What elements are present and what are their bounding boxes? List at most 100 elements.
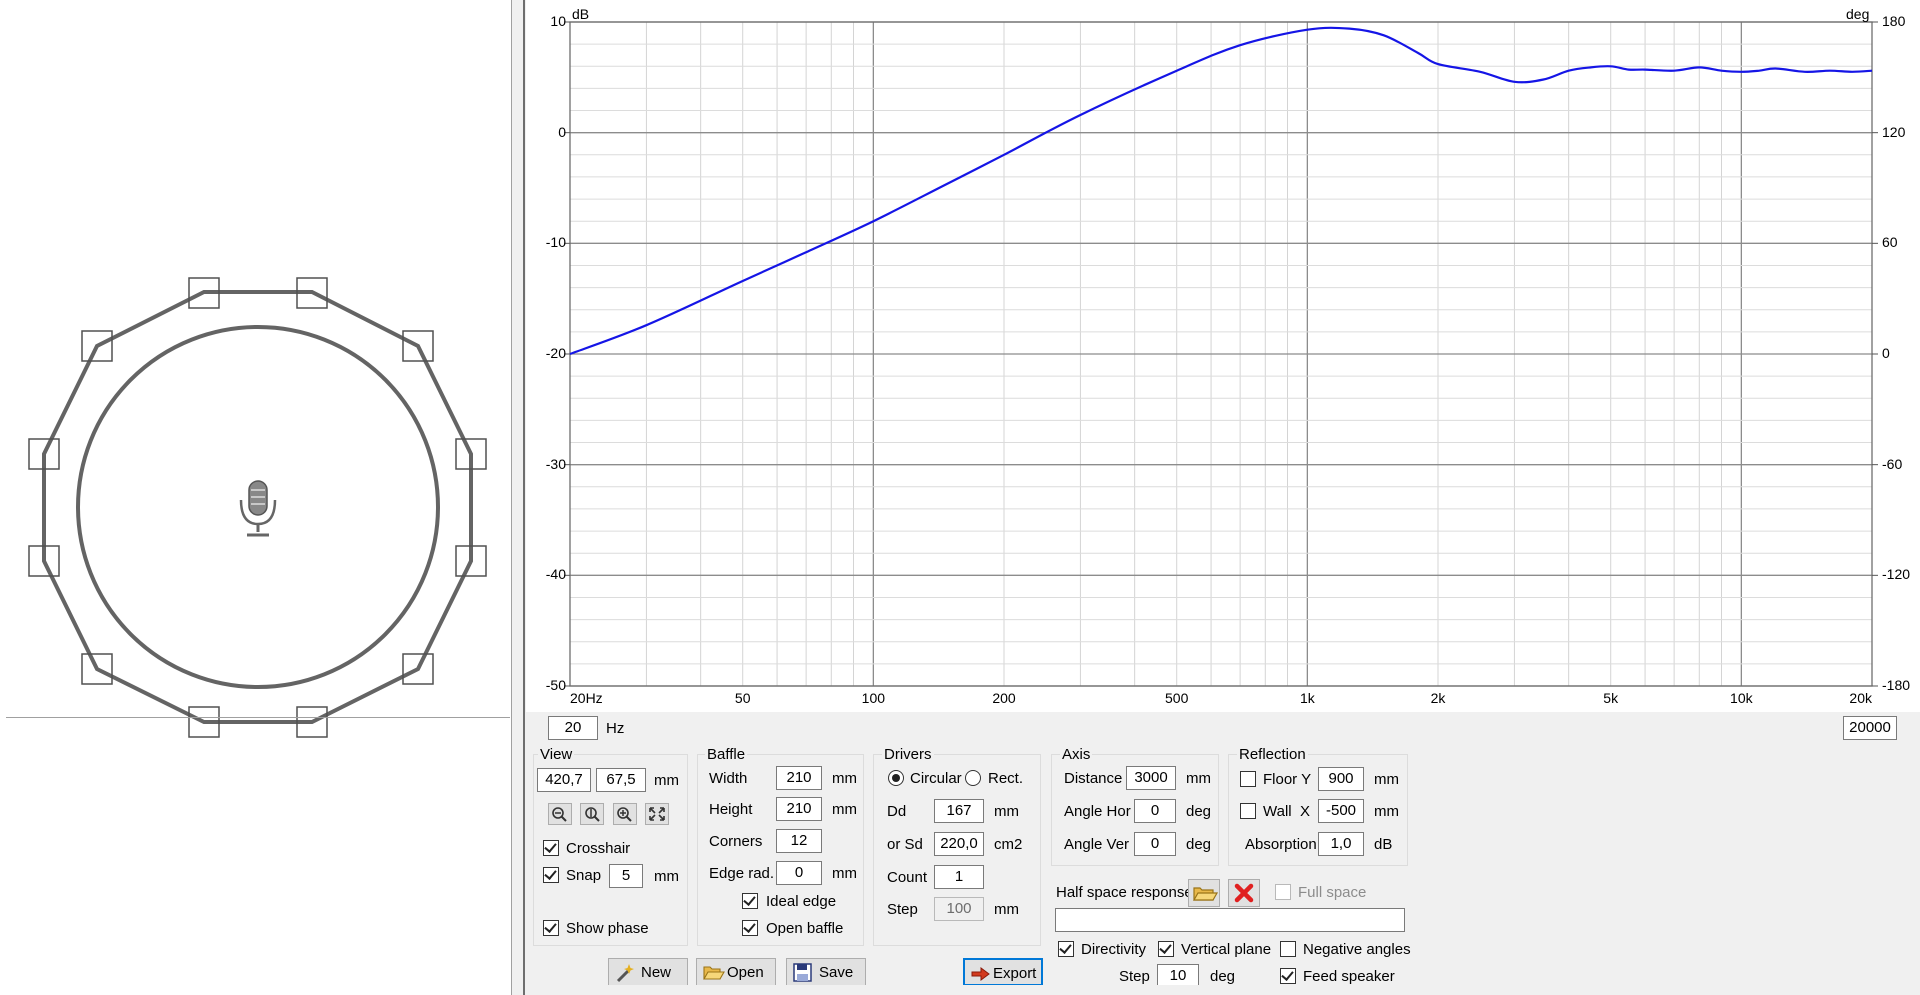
absorption-input[interactable]: 1,0 (1318, 832, 1364, 856)
x-tick-label: 2k (1430, 690, 1446, 706)
rect-label: Rect. (988, 770, 1024, 787)
polar-step-label: Step (1119, 968, 1150, 985)
floor-label: Floor Y (1263, 771, 1312, 788)
half-space-label: Half space response (1056, 884, 1193, 901)
graph-canvas[interactable] (526, 0, 1920, 712)
count-input[interactable]: 1 (934, 865, 984, 889)
ideal-edge-label: Ideal edge (766, 893, 837, 910)
zoom-fit-button[interactable] (645, 803, 669, 825)
folder-open-icon (1192, 887, 1219, 901)
floppy-disk-icon (793, 963, 812, 982)
driver-step-input[interactable]: 100 (934, 897, 984, 921)
fit-icon (649, 807, 665, 821)
circular-radio[interactable] (888, 770, 904, 786)
y2-tick-label: -120 (1882, 566, 1911, 583)
zoom-out-button[interactable] (548, 803, 572, 825)
baffle-width-label: Width (709, 770, 748, 787)
half-space-path-input[interactable] (1055, 908, 1405, 932)
absorption-label: Absorption (1245, 836, 1317, 853)
sd-unit: cm2 (994, 836, 1023, 853)
wall-unit: mm (1374, 803, 1399, 820)
baffle-width-input[interactable]: 210 (776, 766, 822, 790)
save-button[interactable]: Save (786, 958, 866, 986)
rect-radio[interactable] (965, 770, 981, 786)
open-button-label: Open (727, 964, 764, 981)
negative-angles-checkbox[interactable] (1280, 941, 1296, 957)
edge-radius-unit: mm (832, 865, 857, 882)
feed-speaker-label: Feed speaker (1303, 968, 1395, 985)
x-tick-label: 100 (861, 690, 886, 706)
edge-radius-input[interactable]: 0 (776, 861, 822, 885)
export-arrow-icon (971, 967, 990, 981)
zoom-vertical-button[interactable] (580, 803, 604, 825)
zoom-in-icon (617, 807, 632, 822)
dd-label: Dd (887, 803, 907, 820)
sd-label: or Sd (887, 836, 923, 853)
y-tick-label: 0 (558, 123, 566, 140)
full-space-checkbox[interactable] (1275, 884, 1291, 900)
ideal-edge-checkbox[interactable] (742, 893, 758, 909)
sd-input[interactable]: 220,0 (934, 832, 984, 856)
x-tick-label: 200 (992, 690, 1016, 706)
magic-wand-icon (616, 964, 634, 983)
y-tick-label: -50 (545, 677, 566, 693)
baffle-canvas[interactable] (0, 0, 512, 995)
vertical-plane-checkbox[interactable] (1158, 941, 1174, 957)
angle-hor-input[interactable]: 0 (1134, 799, 1176, 823)
distance-input[interactable]: 3000 (1126, 766, 1176, 790)
count-label: Count (887, 869, 928, 886)
freq-min-input[interactable]: 20 (548, 716, 598, 740)
x-tick-label: 5k (1603, 690, 1619, 706)
y2-tick-label: -180 (1882, 677, 1911, 693)
floor-input[interactable]: 900 (1318, 767, 1364, 791)
feed-speaker-checkbox[interactable] (1280, 968, 1296, 984)
floor-checkbox[interactable] (1240, 771, 1256, 787)
vertical-plane-label: Vertical plane (1181, 941, 1272, 958)
wall-input[interactable]: -500 (1318, 799, 1364, 823)
snap-input[interactable]: 5 (609, 864, 643, 888)
angle-ver-input[interactable]: 0 (1134, 832, 1176, 856)
baffle-view-panel[interactable] (0, 0, 512, 995)
splitter-line (523, 0, 525, 995)
open-baffle-checkbox[interactable] (742, 920, 758, 936)
show-phase-label: Show phase (566, 920, 649, 937)
crosshair-checkbox[interactable] (543, 840, 559, 856)
new-button[interactable]: New (608, 958, 688, 986)
y2-tick-label: 120 (1882, 123, 1906, 140)
zoom-in-button[interactable] (613, 803, 637, 825)
freq-max-input[interactable]: 20000 (1843, 716, 1897, 740)
angle-hor-label: Angle Hor (1064, 803, 1131, 820)
show-phase-checkbox[interactable] (543, 920, 559, 936)
microphone-icon (239, 480, 277, 537)
x-tick-label: 50 (734, 690, 751, 706)
baffle-width-unit: mm (832, 770, 857, 787)
y-tick-label: 10 (550, 13, 566, 29)
wall-checkbox[interactable] (1240, 803, 1256, 819)
floor-unit: mm (1374, 771, 1399, 788)
directivity-checkbox[interactable] (1058, 941, 1074, 957)
baffle-corners-input[interactable]: 12 (776, 829, 822, 853)
negative-angles-label: Negative angles (1303, 941, 1411, 958)
snap-unit: mm (654, 868, 679, 885)
x-tick-label: 10k (1730, 690, 1753, 706)
view-x-input[interactable]: 420,7 (537, 768, 591, 792)
x-tick-label: 1k (1299, 690, 1315, 706)
view-unit: mm (654, 772, 679, 789)
frequency-response-graph[interactable]: dB deg 10 0 -10 -20 -30 -40 -50 180 120 60 0 -60 -12… (526, 0, 1920, 712)
y-unit-right: deg (1846, 6, 1870, 22)
driver-step-unit: mm (994, 901, 1019, 918)
full-space-label: Full space (1298, 884, 1367, 901)
angle-ver-label: Angle Ver (1064, 836, 1130, 853)
x-tick-label: 20Hz (570, 690, 603, 706)
dd-input[interactable]: 167 (934, 799, 984, 823)
half-space-delete-button[interactable] (1228, 879, 1260, 907)
reflection-group-title: Reflection (1237, 746, 1308, 763)
open-button[interactable]: Open (696, 958, 776, 986)
export-button[interactable]: Export (963, 958, 1043, 986)
baffle-height-label: Height (709, 801, 753, 818)
baffle-height-input[interactable]: 210 (776, 797, 822, 821)
y2-tick-label: 180 (1882, 13, 1906, 29)
half-space-open-button[interactable] (1188, 879, 1220, 907)
snap-checkbox[interactable] (543, 867, 559, 883)
view-y-input[interactable]: 67,5 (596, 768, 646, 792)
